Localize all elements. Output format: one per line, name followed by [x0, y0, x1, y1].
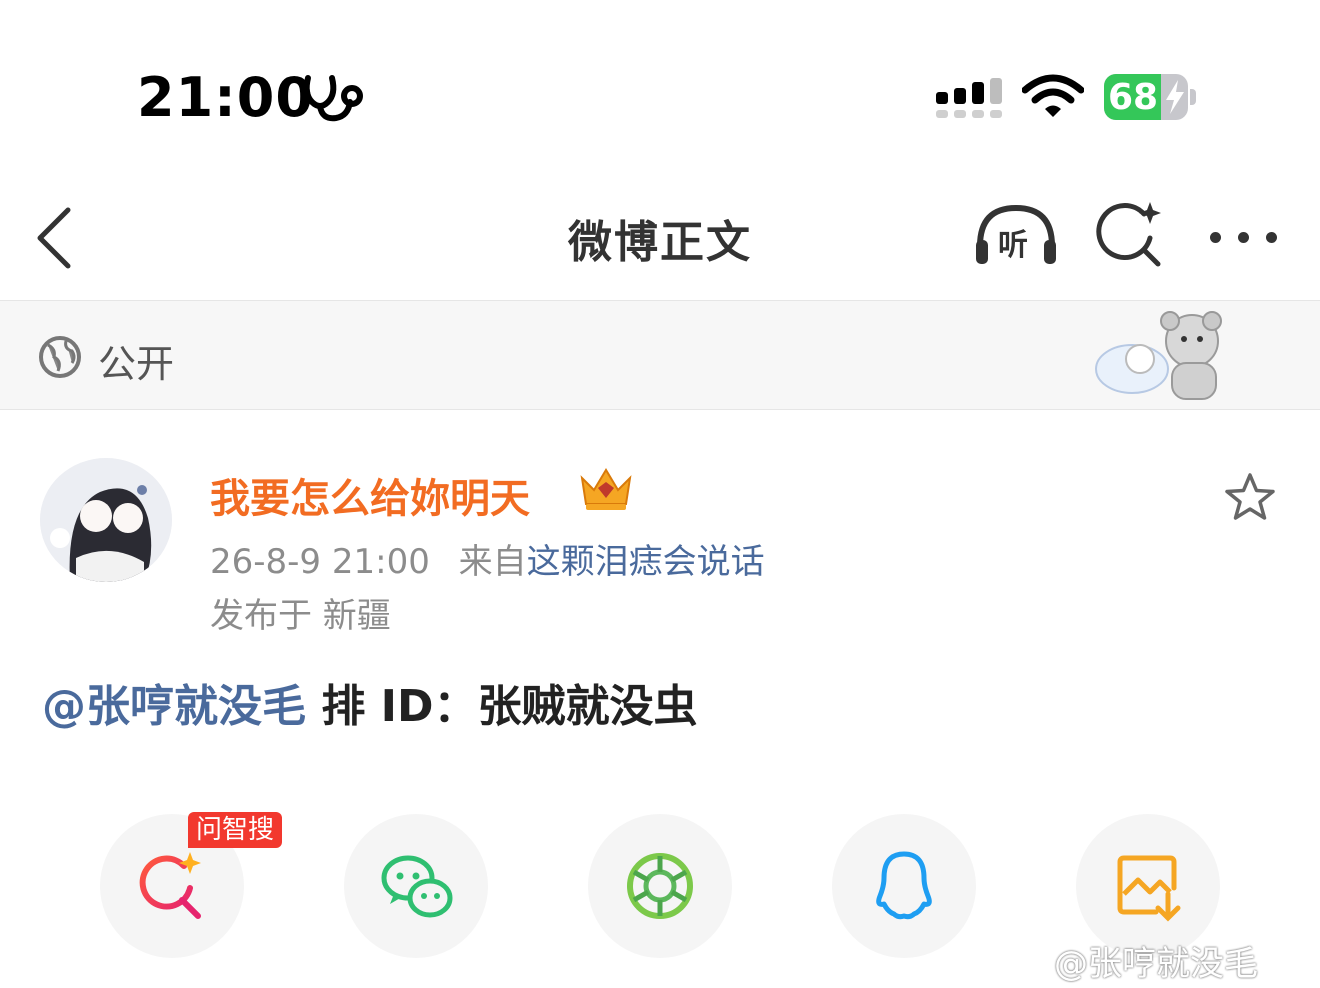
moments-icon	[627, 853, 693, 919]
avatar[interactable]	[40, 458, 172, 582]
post-timestamp: 26-8-9 21:00	[210, 542, 430, 582]
status-time: 21:00	[137, 66, 314, 129]
post-meta: 26-8-9 21:00 来自这颗泪痣会说话	[210, 534, 765, 583]
wifi-icon	[1022, 74, 1084, 117]
battery-level: 68	[1108, 77, 1159, 118]
post-text: 排 ID：张贼就没虫	[306, 681, 698, 732]
bear-sticker-icon	[1095, 311, 1222, 400]
globe-icon	[39, 336, 81, 378]
share-wechat-button[interactable]	[344, 814, 488, 958]
qq-icon	[876, 851, 932, 920]
smart-search-badge: 问智搜	[188, 812, 283, 848]
smart-search-icon[interactable]	[1096, 200, 1166, 270]
smart-search-share-icon	[139, 852, 201, 919]
favorite-star-icon[interactable]	[1224, 472, 1276, 522]
username[interactable]: 我要怎么给妳明天	[210, 466, 530, 524]
save-image-icon	[1117, 855, 1181, 922]
visibility-row: 公开	[0, 301, 1320, 410]
share-moments-button[interactable]	[588, 814, 732, 958]
status-bar: 21:00 68	[0, 0, 1320, 170]
wechat-icon	[381, 855, 453, 918]
watermark: @张哼就没毛	[1054, 944, 1258, 984]
more-icon[interactable]	[1210, 228, 1294, 247]
source-prefix: 来自	[458, 542, 527, 582]
source-link[interactable]: 这颗泪痣会说话	[527, 542, 765, 582]
cellular-signal-icon	[936, 78, 1002, 118]
listen-label[interactable]: 听	[998, 220, 1028, 264]
battery-cap	[1190, 89, 1196, 105]
crown-badge-icon	[580, 468, 632, 510]
post-content: @张哼就没毛 排 ID：张贼就没虫	[42, 670, 698, 734]
charging-bolt-icon	[1166, 80, 1184, 114]
stethoscope-icon	[303, 75, 363, 122]
nav-bar: 微博正文 听	[0, 170, 1320, 301]
share-qq-button[interactable]	[832, 814, 976, 958]
mention-link[interactable]: @张哼就没毛	[42, 681, 306, 732]
visibility-label: 公开	[98, 342, 175, 386]
post-location: 发布于 新疆	[210, 596, 391, 636]
